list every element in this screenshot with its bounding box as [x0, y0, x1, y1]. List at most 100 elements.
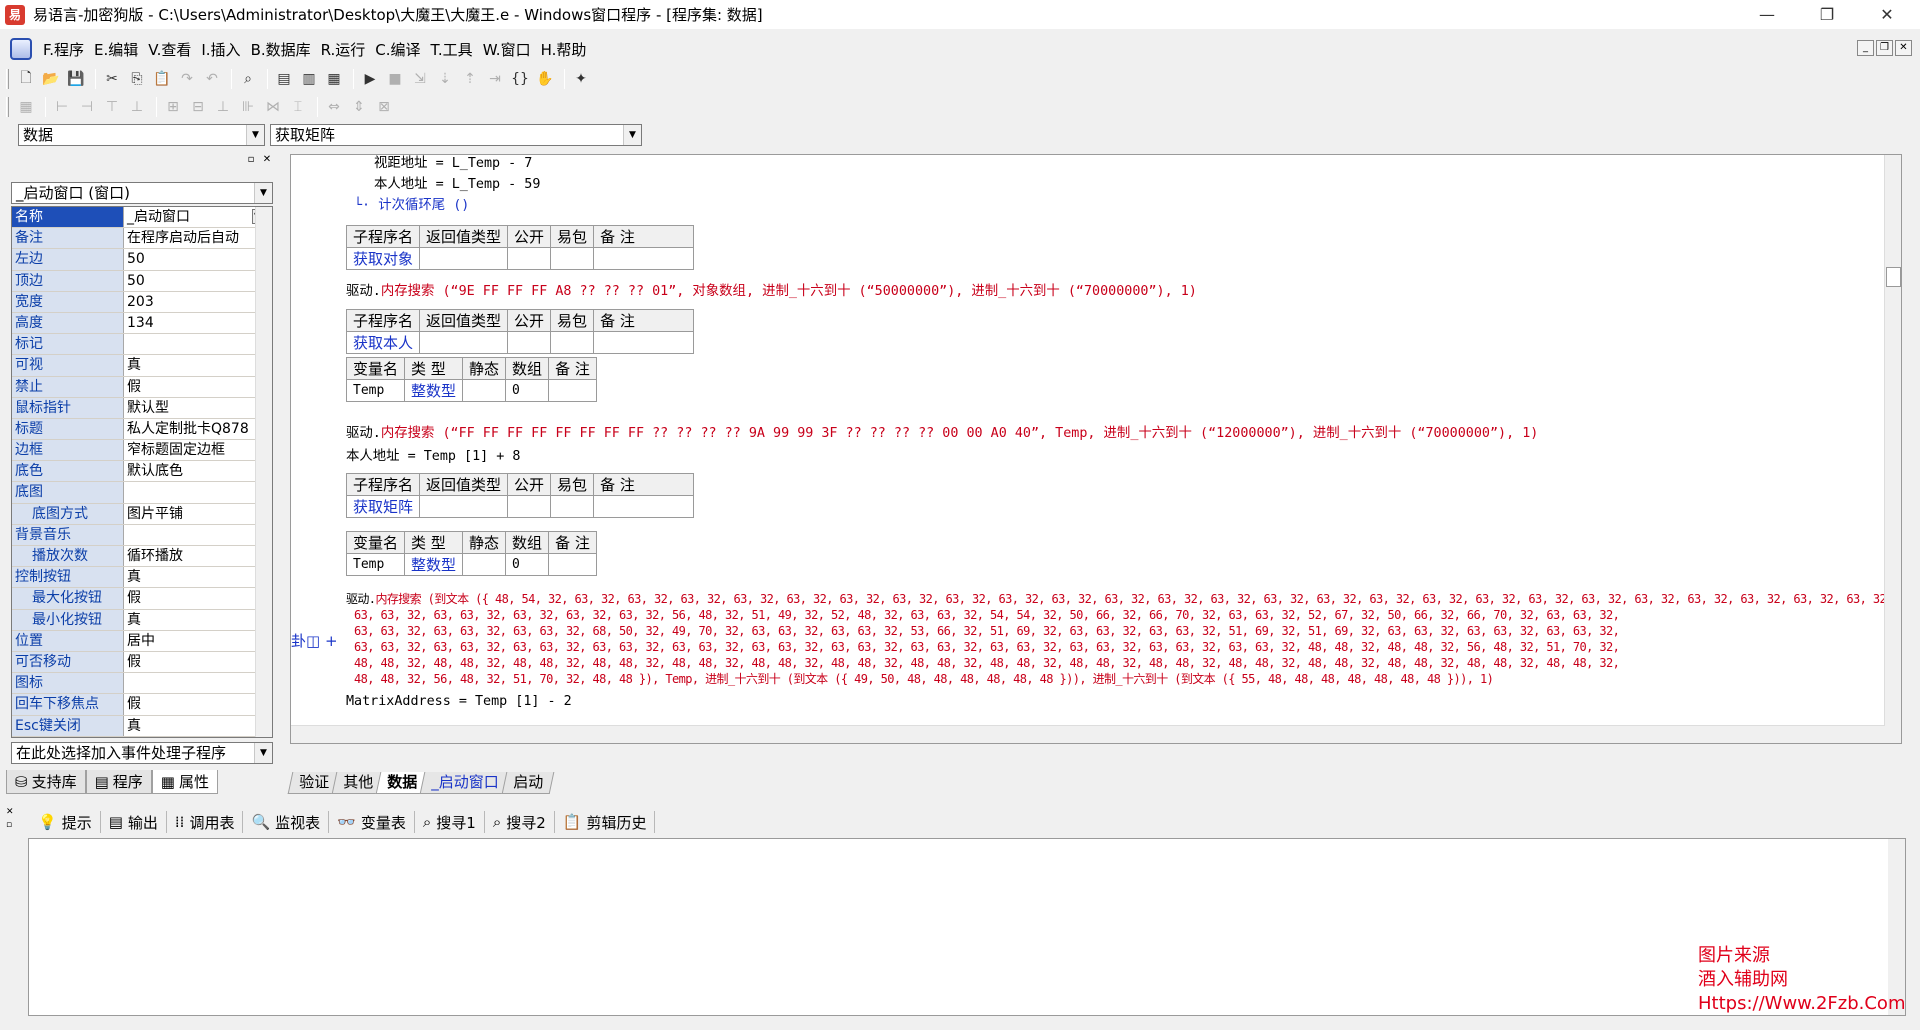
space-v-icon[interactable]: ⌶ — [287, 96, 309, 118]
size-v-icon[interactable]: ⇕ — [348, 96, 370, 118]
horizontal-scrollbar[interactable] — [291, 725, 1885, 743]
property-value[interactable]: 真 — [124, 567, 272, 587]
sub-name[interactable]: 获取矩阵 — [345, 495, 421, 518]
panel-pin-icon[interactable]: ▫ — [244, 154, 258, 167]
property-value[interactable] — [124, 525, 272, 545]
property-row[interactable]: Esc键关闭真 — [12, 715, 272, 737]
tab-startup-window[interactable]: _启动窗口 — [419, 772, 510, 794]
property-value[interactable]: 居中 — [124, 631, 272, 651]
property-row[interactable]: 标题 私人定制批卡Q878 — [12, 418, 272, 441]
module-combo[interactable]: 数据 ▼ — [18, 124, 265, 146]
property-value[interactable]: 在程序启动后自动 — [124, 228, 272, 248]
var-type[interactable]: 整数型 — [404, 553, 464, 576]
search1-button[interactable]: ⌕ 搜寻1 — [415, 811, 485, 833]
tab-properties[interactable]: ▦ 属性 — [151, 770, 218, 794]
paste-icon[interactable]: 📋 — [151, 68, 173, 90]
property-value[interactable]: 假 — [124, 694, 272, 714]
step-out-icon[interactable]: ⇡ — [459, 68, 481, 90]
layout-top-icon[interactable]: ▤ — [273, 68, 295, 90]
menu-view[interactable]: V.查看 — [143, 39, 196, 60]
property-row[interactable]: 位置 居中 — [12, 630, 272, 652]
cut-icon[interactable]: ✂ — [101, 68, 123, 90]
tab-support-library[interactable]: ⛁ 支持库 — [6, 770, 86, 794]
property-value[interactable] — [124, 482, 272, 502]
property-value[interactable]: 默认型 — [124, 398, 272, 418]
property-value[interactable] — [124, 334, 272, 354]
close-button[interactable]: ✕ — [1864, 0, 1910, 29]
braces-icon[interactable]: {} — [509, 68, 531, 90]
same-width-icon[interactable]: ⊪ — [237, 96, 259, 118]
find-icon[interactable]: ⌕ — [237, 68, 259, 90]
property-value[interactable]: 134 — [124, 313, 272, 333]
run-icon[interactable]: ▶ — [359, 68, 381, 90]
property-value[interactable]: 假 — [124, 652, 272, 672]
var-array[interactable]: 0 — [505, 553, 550, 576]
grid-icon[interactable]: ▦ — [15, 96, 37, 118]
property-row[interactable]: 边框 窄标题固定边框 — [12, 440, 272, 462]
property-row[interactable]: 顶边 50 — [12, 270, 272, 292]
restore-button[interactable]: ❐ — [1804, 0, 1850, 29]
undo-icon[interactable]: ↶ — [201, 68, 223, 90]
property-value[interactable]: 203 — [124, 292, 272, 312]
panel-close-icon[interactable]: ✕ — [260, 154, 274, 167]
variable-table-button[interactable]: 👓 变量表 — [329, 811, 415, 833]
menu-help[interactable]: H.帮助 — [536, 39, 592, 60]
code-line-call[interactable]: 驱动.内存搜索 (到文本 ({ 48, 54, 32, 63, 32, 63, … — [346, 591, 1901, 608]
chevron-down-icon[interactable]: ▼ — [254, 183, 272, 203]
property-row[interactable]: 底图方式 图片平铺 — [12, 503, 272, 525]
sub-name[interactable]: 获取对象 — [345, 247, 421, 270]
hint-button[interactable]: 💡 提示 — [30, 811, 101, 833]
property-value[interactable]: 50 — [124, 249, 272, 269]
code-line-call[interactable]: 驱动.内存搜索 (“9E FF FF FF A8 ?? ?? ?? 01”, 对… — [346, 283, 1197, 300]
property-value[interactable]: 真 — [124, 610, 272, 630]
center-v-icon[interactable]: ⊟ — [187, 96, 209, 118]
property-row[interactable]: 控制按钮真 — [12, 567, 272, 589]
property-row[interactable]: 回车下移焦点假 — [12, 694, 272, 716]
chevron-down-icon[interactable]: ▼ — [623, 125, 641, 145]
menu-edit[interactable]: E.编辑 — [89, 39, 143, 60]
mdi-close-button[interactable]: ✕ — [1895, 40, 1912, 56]
toolbar-grip[interactable] — [6, 97, 9, 117]
property-value[interactable]: 图片平铺 — [124, 504, 272, 524]
property-row[interactable]: 高度 134 — [12, 312, 272, 335]
subroutine-combo[interactable]: 获取矩阵 ▼ — [270, 124, 642, 146]
hand-icon[interactable]: ✋ — [534, 68, 556, 90]
property-value[interactable]: _启动窗口••• — [124, 207, 272, 227]
menu-database[interactable]: B.数据库 — [246, 39, 316, 60]
search2-button[interactable]: ⌕ 搜寻2 — [485, 811, 555, 833]
align-left-icon[interactable]: ⊢ — [51, 96, 73, 118]
size-h-icon[interactable]: ⇔ — [323, 96, 345, 118]
output-panel[interactable] — [28, 838, 1906, 1016]
menu-insert[interactable]: I.插入 — [196, 39, 245, 60]
property-row[interactable]: 标记 — [12, 334, 272, 356]
save-icon[interactable]: 💾 — [65, 68, 87, 90]
new-file-icon[interactable]: 🗋 — [15, 68, 37, 90]
code-line-cont[interactable]: 63, 63, 32, 63, 63, 32, 63, 63, 32, 68, … — [354, 623, 1620, 640]
chevron-down-icon[interactable]: ▼ — [254, 743, 272, 763]
chevron-down-icon[interactable]: ▼ — [246, 125, 264, 145]
property-value[interactable]: 私人定制批卡Q878 — [124, 419, 272, 439]
gutter-marker[interactable]: 卦◫ + — [291, 630, 338, 651]
minimize-button[interactable]: — — [1744, 0, 1790, 29]
tab-startup[interactable]: 启动 — [501, 772, 554, 794]
property-row[interactable]: 最大化按钮假 — [12, 588, 272, 610]
property-value[interactable]: 假 — [124, 588, 272, 608]
code-line[interactable]: 本人地址 = Temp [1] + 8 — [346, 448, 521, 465]
property-row[interactable]: 名称_启动窗口••• — [12, 207, 272, 229]
property-row[interactable]: 禁止假 — [12, 376, 272, 398]
var-name[interactable]: Temp — [345, 553, 406, 576]
property-row[interactable]: 宽度 203 — [12, 291, 272, 313]
code-line-cont[interactable]: 48, 48, 32, 56, 48, 32, 51, 70, 32, 48, … — [354, 671, 1494, 688]
property-row[interactable]: 背景音乐 — [12, 524, 272, 546]
event-combo[interactable]: 在此处选择加入事件处理子程序 ▼ — [11, 742, 273, 764]
property-row[interactable]: 播放次数 循环播放 — [12, 546, 272, 568]
layout-split-icon[interactable]: ▥ — [298, 68, 320, 90]
menu-run[interactable]: R.运行 — [316, 39, 371, 60]
code-line[interactable]: 视距地址 = L_Temp - 7 — [374, 155, 532, 172]
size-both-icon[interactable]: ⊠ — [373, 96, 395, 118]
output-button[interactable]: ▤ 输出 — [101, 811, 167, 833]
var-type[interactable]: 整数型 — [404, 379, 464, 402]
align-top-icon[interactable]: ⊤ — [101, 96, 123, 118]
sub-name[interactable]: 获取本人 — [345, 331, 421, 354]
align-center-icon[interactable]: ⊣ — [76, 96, 98, 118]
